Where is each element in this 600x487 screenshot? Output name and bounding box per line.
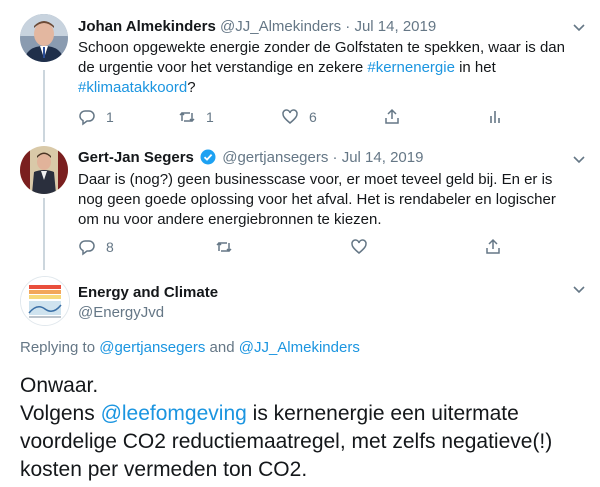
mention-link[interactable]: @leefomgeving: [101, 402, 247, 425]
tweet-gertjan[interactable]: Gert-Jan Segers @gertjansegers · Jul 14,…: [0, 140, 600, 270]
heart-icon: [282, 109, 298, 124]
retweet-count: 1: [206, 109, 214, 125]
tweet-text-large: Onwaar. Volgens @leefomgeving is kernene…: [20, 372, 590, 484]
separator: ·: [332, 149, 338, 166]
reply-icon: [79, 110, 95, 126]
tweet-header: Johan Almekinders @JJ_Almekinders · Jul …: [78, 18, 436, 35]
separator: ·: [345, 18, 351, 35]
reply-count: 1: [106, 109, 114, 125]
timestamp[interactable]: Jul 14, 2019: [342, 149, 424, 166]
reply-icon: [79, 240, 95, 256]
mention-link[interactable]: @gertjansegers: [99, 339, 205, 356]
chevron-down-icon[interactable]: [572, 20, 586, 34]
replying-label: Replying to: [20, 339, 100, 356]
tweet-actions: 1 1 6: [78, 108, 578, 128]
display-name[interactable]: Gert-Jan Segers: [78, 149, 194, 166]
tweet-johan[interactable]: Johan Almekinders @JJ_Almekinders · Jul …: [0, 0, 600, 140]
tweet-text-line: Onwaar.: [20, 374, 99, 397]
tweet-header: Gert-Jan Segers @gertjansegers · Jul 14,…: [78, 149, 423, 166]
tweet-text: Daar is (nog?) geen businesscase voor, e…: [78, 171, 556, 228]
replying-to: Replying to @gertjansegers and @JJ_Almek…: [20, 339, 360, 356]
chevron-down-icon[interactable]: [572, 152, 586, 166]
tweet-header: Energy and Climate @EnergyJvd: [78, 283, 218, 323]
retweet-icon: [216, 241, 232, 253]
tweet-text-part: Volgens: [20, 402, 101, 425]
like-button[interactable]: [350, 238, 368, 256]
heart-icon: [351, 239, 367, 254]
share-icon: [486, 238, 500, 254]
display-name[interactable]: Johan Almekinders: [78, 18, 216, 35]
like-count: 6: [309, 109, 317, 125]
avatar[interactable]: [20, 14, 68, 62]
tweet-text-part: ?: [187, 79, 196, 96]
tweet-text-part: in het: [454, 59, 496, 76]
reply-button[interactable]: 1: [78, 108, 114, 126]
tweet-text-line: Volgens @leefomgeving is kernenergie een…: [20, 400, 590, 484]
verified-badge-icon: [200, 149, 216, 165]
reply-button[interactable]: 8: [78, 238, 114, 256]
reply-count: 8: [106, 239, 114, 255]
user-handle[interactable]: @JJ_Almekinders: [220, 18, 341, 35]
avatar[interactable]: [20, 276, 70, 326]
analytics-icon: [490, 111, 500, 123]
retweet-button[interactable]: [215, 238, 233, 256]
hashtag-link[interactable]: #klimaatakkoord: [78, 79, 187, 96]
tweet-actions: 8: [78, 238, 578, 258]
like-button[interactable]: 6: [281, 108, 317, 126]
display-name[interactable]: Energy and Climate: [78, 283, 218, 303]
retweet-button[interactable]: 1: [178, 108, 214, 126]
mention-link[interactable]: @JJ_Almekinders: [239, 339, 360, 356]
user-handle[interactable]: @gertjansegers: [222, 149, 328, 166]
hashtag-link[interactable]: #kernenergie: [367, 59, 455, 76]
avatar[interactable]: [20, 146, 68, 194]
user-handle[interactable]: @EnergyJvd: [78, 303, 218, 323]
chevron-down-icon[interactable]: [572, 282, 586, 296]
tweet-text: Schoon opgewekte energie zonder de Golfs…: [78, 38, 578, 98]
share-icon: [385, 108, 399, 124]
share-button[interactable]: [383, 108, 401, 126]
timestamp[interactable]: Jul 14, 2019: [354, 18, 436, 35]
analytics-button[interactable]: [486, 108, 504, 126]
share-button[interactable]: [484, 238, 502, 256]
replying-and: and: [205, 339, 239, 356]
retweet-icon: [179, 111, 195, 123]
